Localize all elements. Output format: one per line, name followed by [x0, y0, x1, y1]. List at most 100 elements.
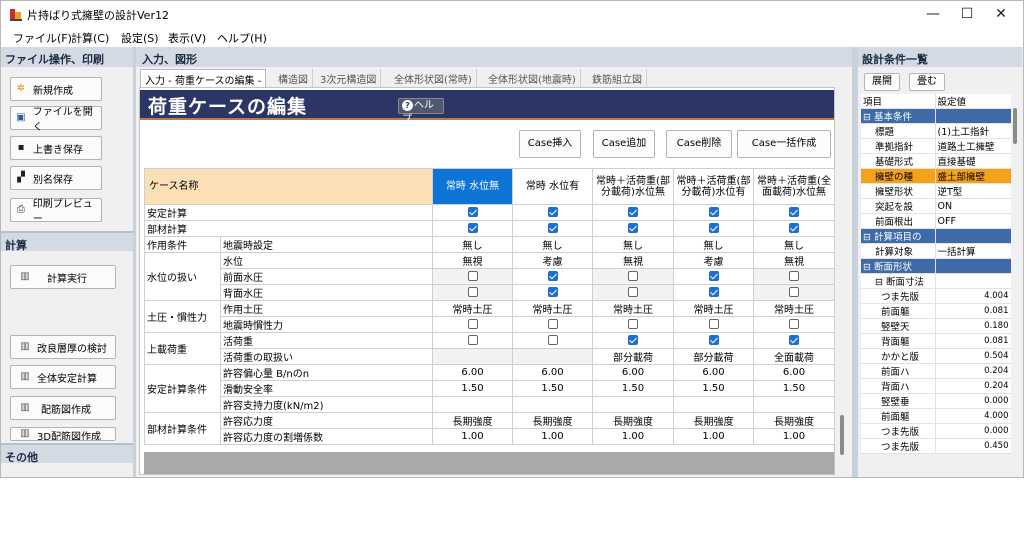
print-preview-button[interactable]: ⎙ 印刷プレビュー — [10, 198, 102, 225]
menu-calc[interactable]: 計算(C) — [71, 30, 109, 46]
expand-button[interactable]: 展開 — [864, 73, 900, 91]
case-header-cell[interactable]: 常時＋活荷重(部分載荷)水位有 — [673, 168, 754, 205]
case-value-cell[interactable]: 長期強度 — [673, 412, 754, 429]
checkbox[interactable] — [628, 207, 638, 217]
case-value-cell[interactable] — [512, 316, 593, 333]
case-value-cell[interactable] — [432, 332, 513, 349]
case-value-cell[interactable]: 1.00 — [753, 428, 835, 445]
checkbox[interactable] — [789, 271, 799, 281]
case-value-cell[interactable] — [512, 396, 593, 413]
save-as-button[interactable]: ▞ 別名保存 — [10, 166, 102, 190]
case-value-cell[interactable] — [673, 220, 754, 237]
case-value-cell[interactable]: 1.50 — [432, 380, 513, 397]
case-value-cell[interactable] — [673, 316, 754, 333]
case-value-cell[interactable]: 無し — [673, 236, 754, 253]
case-value-cell[interactable] — [673, 284, 754, 301]
case-value-cell[interactable]: 無し — [432, 236, 513, 253]
case-batch-create-button[interactable]: Case一括作成 — [737, 130, 831, 158]
property-scrollbar[interactable] — [1011, 94, 1020, 474]
case-delete-button[interactable]: Case削除 — [666, 130, 732, 158]
checkbox[interactable] — [789, 335, 799, 345]
case-value-cell[interactable] — [512, 220, 593, 237]
checkbox[interactable] — [547, 287, 558, 297]
menu-view[interactable]: 表示(V) — [168, 30, 206, 46]
tab-load-case-edit[interactable]: 入力 - 荷重ケースの編集 - — [140, 69, 267, 87]
save-button[interactable]: ▪ 上書き保存 — [10, 136, 102, 160]
checkbox[interactable] — [708, 271, 719, 281]
checkbox[interactable] — [708, 319, 719, 329]
property-row[interactable]: 背面軀 0.081 — [861, 333, 1012, 350]
case-value-cell[interactable]: 6.00 — [753, 364, 835, 381]
case-value-cell[interactable] — [753, 204, 835, 221]
menu-settings[interactable]: 設定(S) — [121, 30, 159, 46]
checkbox[interactable] — [708, 223, 719, 233]
property-row[interactable]: 標題 (1)土工指針 — [861, 123, 1012, 140]
menu-help[interactable]: ヘルプ(H) — [217, 30, 267, 46]
case-value-cell[interactable] — [592, 204, 674, 221]
case-value-cell[interactable] — [753, 284, 835, 301]
case-value-cell[interactable] — [592, 284, 674, 301]
property-row[interactable]: 擁壁の種 盛土部擁壁 — [861, 168, 1012, 185]
case-value-cell[interactable] — [512, 268, 593, 285]
case-header-cell[interactable]: 常時 水位無 — [432, 168, 513, 205]
property-row[interactable]: かかと版 0.504 — [861, 348, 1012, 365]
case-value-cell[interactable]: 無し — [753, 236, 835, 253]
case-value-cell[interactable]: 6.00 — [432, 364, 513, 381]
property-row[interactable]: 計算対象 一括計算 — [861, 243, 1012, 260]
checkbox[interactable] — [467, 335, 478, 345]
case-header-cell[interactable]: 常時＋活荷重(部分載荷)水位無 — [592, 168, 674, 205]
case-value-cell[interactable] — [753, 396, 835, 413]
tab-3d-structure[interactable]: 3次元構造図 — [316, 69, 382, 87]
property-row[interactable]: ⊟ 計算項目の — [861, 228, 1012, 245]
case-value-cell[interactable] — [592, 268, 674, 285]
case-value-cell[interactable]: 無し — [512, 236, 593, 253]
scroll-thumb[interactable] — [840, 415, 844, 455]
property-row[interactable]: 準拠指針 道路土工擁壁 — [861, 138, 1012, 155]
case-value-cell[interactable]: 1.50 — [592, 380, 674, 397]
checkbox[interactable] — [628, 223, 638, 233]
property-row[interactable]: つま先版 0.000 — [861, 423, 1012, 440]
case-value-cell[interactable] — [512, 332, 593, 349]
case-value-cell[interactable] — [673, 396, 754, 413]
property-row[interactable]: 突起を設 ON — [861, 198, 1012, 215]
case-value-cell[interactable]: 全面載荷 — [753, 348, 835, 365]
checkbox[interactable] — [547, 207, 558, 217]
checkbox[interactable] — [708, 207, 719, 217]
case-value-cell[interactable] — [432, 268, 513, 285]
case-value-cell[interactable]: 無視 — [753, 252, 835, 269]
case-value-cell[interactable]: 長期強度 — [592, 412, 674, 429]
case-value-cell[interactable]: 考慮 — [512, 252, 593, 269]
checkbox[interactable] — [708, 335, 719, 345]
case-value-cell[interactable] — [673, 332, 754, 349]
checkbox[interactable] — [708, 287, 719, 297]
overall-stability-button[interactable]: ▥ 全体安定計算 — [10, 365, 116, 389]
property-row[interactable]: つま先版 4.004 — [861, 288, 1012, 305]
case-value-cell[interactable]: 部分載荷 — [592, 348, 674, 365]
case-insert-button[interactable]: Case挿入 — [519, 130, 581, 158]
case-value-cell[interactable] — [592, 396, 674, 413]
case-value-cell[interactable] — [432, 220, 513, 237]
case-value-cell[interactable] — [512, 348, 593, 365]
case-value-cell[interactable]: 1.50 — [753, 380, 835, 397]
case-value-cell[interactable] — [753, 316, 835, 333]
case-value-cell[interactable]: 長期強度 — [753, 412, 835, 429]
case-value-cell[interactable] — [432, 204, 513, 221]
center-scrollbar[interactable] — [836, 87, 850, 475]
case-value-cell[interactable] — [432, 316, 513, 333]
property-row[interactable]: 背面ハ 0.204 — [861, 378, 1012, 395]
case-value-cell[interactable]: 1.00 — [673, 428, 754, 445]
3d-rebar-button[interactable]: ▥ 3D配筋図作成 — [10, 427, 116, 441]
checkbox[interactable] — [628, 271, 638, 281]
case-value-cell[interactable]: 常時土圧 — [512, 300, 593, 317]
checkbox[interactable] — [467, 223, 478, 233]
case-value-cell[interactable]: 常時土圧 — [592, 300, 674, 317]
property-row[interactable]: 竪壁天 0.180 — [861, 318, 1012, 335]
case-value-cell[interactable] — [592, 316, 674, 333]
case-value-cell[interactable]: 1.50 — [512, 380, 593, 397]
tab-structure[interactable]: 構造図 — [274, 69, 313, 87]
case-value-cell[interactable]: 常時土圧 — [753, 300, 835, 317]
checkbox[interactable] — [547, 335, 558, 345]
case-value-cell[interactable]: 6.00 — [512, 364, 593, 381]
checkbox[interactable] — [467, 287, 478, 297]
property-row[interactable]: ⊟ 基本条件 — [861, 108, 1012, 125]
